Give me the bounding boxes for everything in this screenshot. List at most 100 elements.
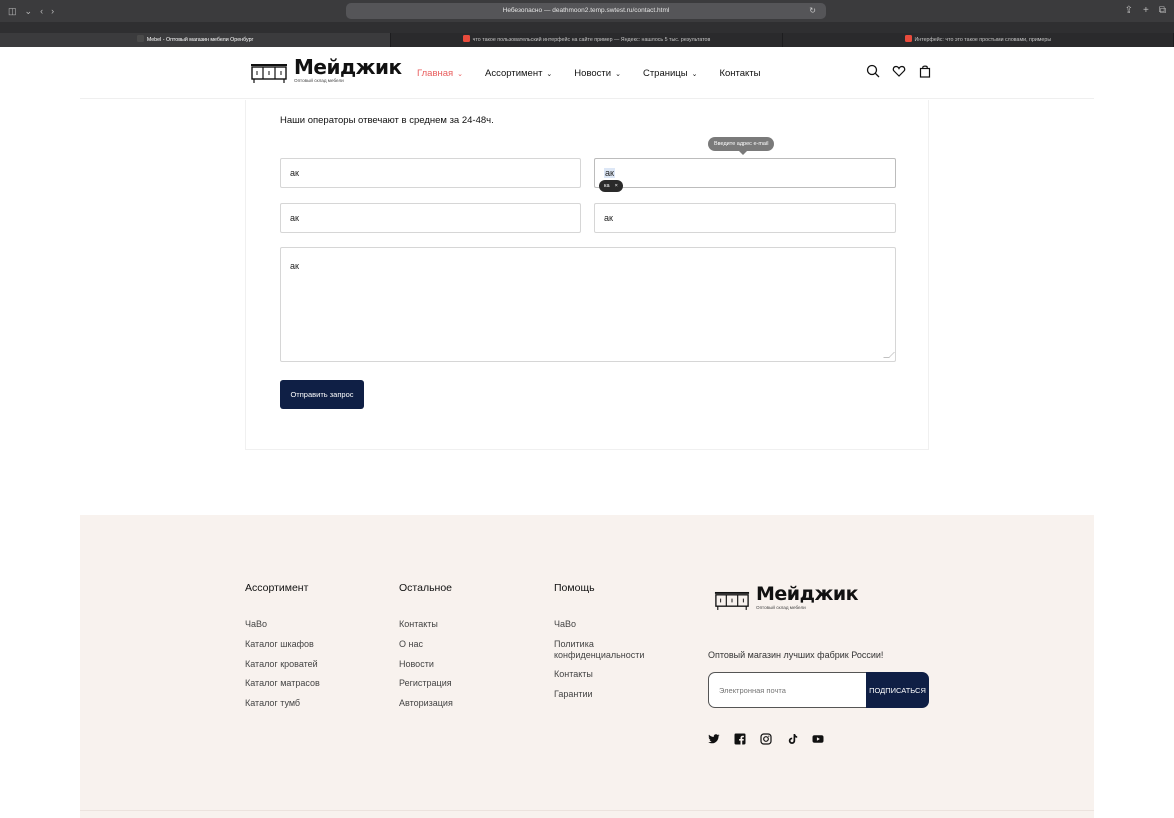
chevron-down-icon: ⌄ bbox=[546, 70, 553, 78]
twitter-icon[interactable] bbox=[708, 733, 720, 745]
footer-link[interactable]: ЧаВо bbox=[554, 619, 664, 630]
tab-overview-icon[interactable]: ⧉ bbox=[1159, 5, 1166, 16]
sideboard-logo-icon bbox=[251, 63, 287, 83]
back-icon[interactable]: ‹ bbox=[40, 6, 43, 17]
footer-logo-name: Мейджик bbox=[756, 583, 859, 605]
footer-tagline: Оптовый магазин лучших фабрик России! bbox=[708, 650, 884, 660]
nav-item-label: Страницы bbox=[642, 68, 688, 79]
chevron-down-icon: ⌄ bbox=[691, 70, 698, 78]
site-logo[interactable]: Мейджик Оптовый склад мебели bbox=[250, 57, 402, 84]
message-value: ак bbox=[290, 261, 299, 271]
message-textarea[interactable]: ак bbox=[280, 247, 896, 362]
email-field[interactable]: ак bbox=[594, 158, 896, 188]
footer-link[interactable]: Контакты bbox=[554, 669, 664, 680]
footer-link[interactable]: О нас bbox=[399, 639, 453, 650]
nav-item-label: Контакты bbox=[719, 68, 761, 79]
submit-request-button[interactable]: Отправить запрос bbox=[280, 380, 364, 409]
chevron-down-icon: ⌄ bbox=[615, 70, 621, 78]
autocomplete-chip[interactable]: ка × bbox=[599, 180, 623, 192]
instagram-icon[interactable] bbox=[760, 733, 772, 745]
tab-label: Mebel - Оптовый магазин мебели Оренбург bbox=[146, 37, 254, 43]
nav-item-4[interactable]: Контакты bbox=[719, 68, 760, 79]
nav-item-0[interactable]: Главная ⌄ bbox=[417, 68, 463, 79]
close-icon[interactable]: × bbox=[615, 180, 618, 192]
site-header: Мейджик Оптовый склад мебели Главная ⌄ Асс… bbox=[80, 47, 1094, 99]
new-tab-icon[interactable]: + bbox=[1143, 5, 1149, 16]
footer-column-title: Помощь bbox=[554, 582, 595, 594]
shopping-bag-icon[interactable] bbox=[918, 64, 932, 78]
newsletter-form: ПОДПИСАТЬСЯ bbox=[708, 672, 929, 708]
footer-column-assortment: Ассортимент ЧаВо Каталог шкафов Каталог кро… bbox=[245, 582, 320, 718]
form-lead-text: Наши операторы отвечают в среднем за 24-… bbox=[280, 115, 494, 126]
browser-toolbar: ◫ ⌄ ‹ › Небезопасно — deathmoon2.temp.sw… bbox=[0, 0, 1174, 22]
footer-column-title: Ассортимент bbox=[245, 582, 309, 594]
toolbar-spacer bbox=[0, 22, 1174, 33]
social-links bbox=[708, 733, 824, 745]
phone-field[interactable]: ак bbox=[280, 203, 581, 233]
name-field[interactable]: ак bbox=[280, 158, 581, 188]
footer-link[interactable]: Гарантии bbox=[554, 689, 664, 700]
contact-form: Наши операторы отвечают в среднем за 24-… bbox=[245, 100, 929, 450]
subject-field[interactable]: ак bbox=[594, 203, 896, 233]
footer-link[interactable]: Авторизация bbox=[399, 698, 453, 709]
nav-item-label: Ассортимент bbox=[485, 68, 543, 79]
tiktok-icon[interactable] bbox=[786, 733, 798, 745]
subject-field-value: ак bbox=[604, 213, 613, 223]
footer-link[interactable]: Каталог шкафов bbox=[245, 639, 320, 650]
nav-item-2[interactable]: Новости ⌄ bbox=[574, 68, 621, 79]
name-field-value: ак bbox=[290, 168, 299, 178]
browser-tab[interactable]: что такое пользовательский интерфейс на … bbox=[391, 33, 783, 47]
main-nav: Главная ⌄ Ассортимент ⌄ Новости ⌄ Страницы ⌄ Кон… bbox=[417, 68, 760, 79]
nav-item-label: Новости bbox=[574, 68, 612, 79]
resize-handle-icon[interactable] bbox=[883, 352, 895, 358]
footer-logo-subtitle: Оптовый склад мебели bbox=[756, 605, 806, 610]
tab-label: что такое пользовательский интерфейс на … bbox=[472, 37, 711, 43]
sidebar-toggle-icon[interactable]: ◫ bbox=[8, 6, 17, 17]
footer-link[interactable]: Контакты bbox=[399, 619, 453, 630]
newsletter-email-input[interactable] bbox=[708, 672, 870, 708]
logo-subtitle: Оптовый склад мебели bbox=[294, 78, 344, 83]
forward-icon[interactable]: › bbox=[51, 6, 54, 17]
address-text: Небезопасно — deathmoon2.temp.swtest.ru/… bbox=[502, 7, 670, 14]
sideboard-logo-icon bbox=[714, 591, 750, 610]
favicon-icon bbox=[904, 35, 912, 42]
browser-tab[interactable]: Интерфейс: что это такое простыми словам… bbox=[783, 33, 1174, 47]
footer-column-help: Помощь ЧаВо Политика конфиденциальности Кон… bbox=[554, 582, 664, 709]
search-icon[interactable] bbox=[866, 64, 880, 78]
validation-tooltip: Введите адрес e-mail bbox=[708, 137, 775, 155]
site-footer: Ассортимент ЧаВо Каталог шкафов Каталог кро… bbox=[80, 515, 1094, 818]
footer-column-title: Остальное bbox=[399, 582, 453, 594]
favicon-icon bbox=[462, 35, 470, 42]
chevron-down-icon[interactable]: ⌄ bbox=[25, 6, 33, 17]
email-field-value: ак bbox=[604, 168, 615, 178]
nav-item-3[interactable]: Страницы ⌄ bbox=[643, 68, 697, 79]
nav-item-1[interactable]: Ассортимент ⌄ bbox=[485, 68, 552, 79]
address-bar[interactable]: Небезопасно — deathmoon2.temp.swtest.ru/… bbox=[346, 3, 826, 19]
footer-column-other: Остальное Контакты О нас Новости Регистрация… bbox=[399, 582, 453, 718]
footer-link[interactable]: Политика конфиденциальности bbox=[554, 639, 664, 661]
facebook-icon[interactable] bbox=[734, 733, 746, 745]
footer-link[interactable]: ЧаВо bbox=[245, 619, 320, 630]
heart-icon[interactable] bbox=[892, 64, 906, 78]
footer-link[interactable]: Каталог кроватей bbox=[245, 659, 320, 670]
footer-link[interactable]: Регистрация bbox=[399, 678, 453, 689]
footer-link[interactable]: Новости bbox=[399, 659, 453, 670]
header-actions bbox=[866, 64, 932, 78]
youtube-icon[interactable] bbox=[812, 733, 824, 745]
favicon-icon bbox=[136, 35, 144, 42]
logo-name: Мейджик bbox=[294, 55, 402, 79]
chip-label: ка bbox=[604, 183, 610, 189]
subscribe-button[interactable]: ПОДПИСАТЬСЯ bbox=[866, 672, 929, 708]
nav-item-label: Главная bbox=[417, 68, 454, 79]
tab-bar: Mebel - Оптовый магазин мебели Оренбург ч… bbox=[0, 33, 1174, 47]
footer-link[interactable]: Каталог тумб bbox=[245, 698, 320, 709]
tab-label: Интерфейс: что это такое простыми словам… bbox=[914, 37, 1052, 43]
footer-link[interactable]: Каталог матрасов bbox=[245, 678, 320, 689]
reload-icon[interactable]: ↻ bbox=[809, 3, 816, 19]
browser-tab[interactable]: Mebel - Оптовый магазин мебели Оренбург bbox=[0, 33, 392, 47]
footer-logo[interactable]: Мейджик Оптовый склад мебели bbox=[714, 583, 859, 611]
phone-field-value: ак bbox=[290, 213, 299, 223]
share-icon[interactable]: ⇪ bbox=[1125, 5, 1133, 16]
chevron-down-icon: ⌄ bbox=[457, 70, 464, 78]
footer-divider bbox=[80, 810, 1094, 811]
